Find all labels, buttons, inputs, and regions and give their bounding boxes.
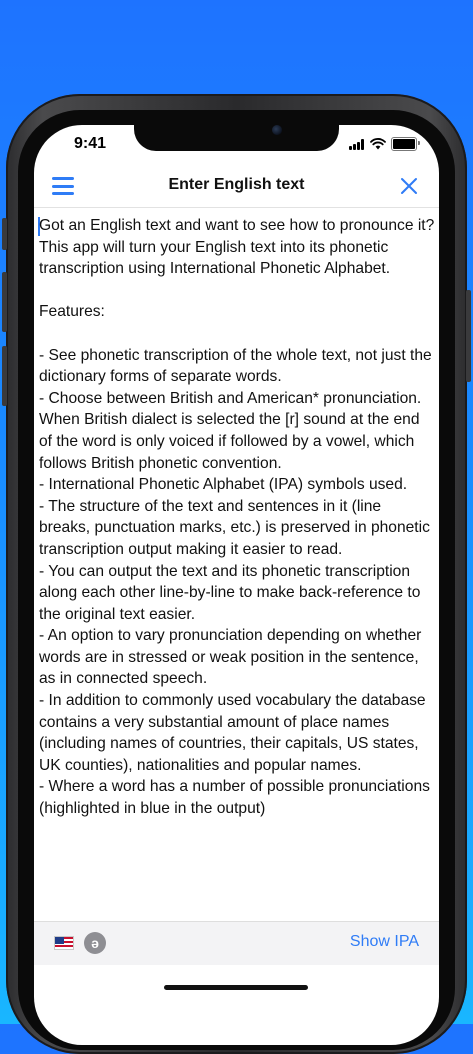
- phone-power-button: [466, 290, 471, 382]
- phone-side-button: [2, 218, 7, 250]
- navigation-bar: Enter English text: [34, 169, 439, 208]
- battery-icon: [391, 137, 420, 151]
- page-title: Enter English text: [168, 176, 305, 193]
- notch: [134, 125, 339, 151]
- text-input-area[interactable]: Got an English text and want to see how …: [39, 215, 435, 921]
- app-screen: 9:41 Enter English text Got an English t…: [34, 125, 439, 1045]
- home-indicator: [164, 985, 308, 990]
- cellular-signal-icon: [349, 138, 365, 150]
- phone-volume-up-button: [2, 272, 7, 332]
- us-flag-icon[interactable]: [54, 936, 74, 950]
- show-ipa-button[interactable]: Show IPA: [350, 933, 419, 951]
- camera-icon: [272, 125, 282, 135]
- close-icon[interactable]: [399, 176, 419, 196]
- wifi-icon: [370, 138, 386, 150]
- schwa-icon[interactable]: ə: [84, 932, 106, 954]
- phone-volume-down-button: [2, 346, 7, 406]
- bottom-toolbar: ə Show IPA: [34, 921, 439, 965]
- status-time: 9:41: [74, 135, 107, 152]
- status-icons: [349, 137, 420, 151]
